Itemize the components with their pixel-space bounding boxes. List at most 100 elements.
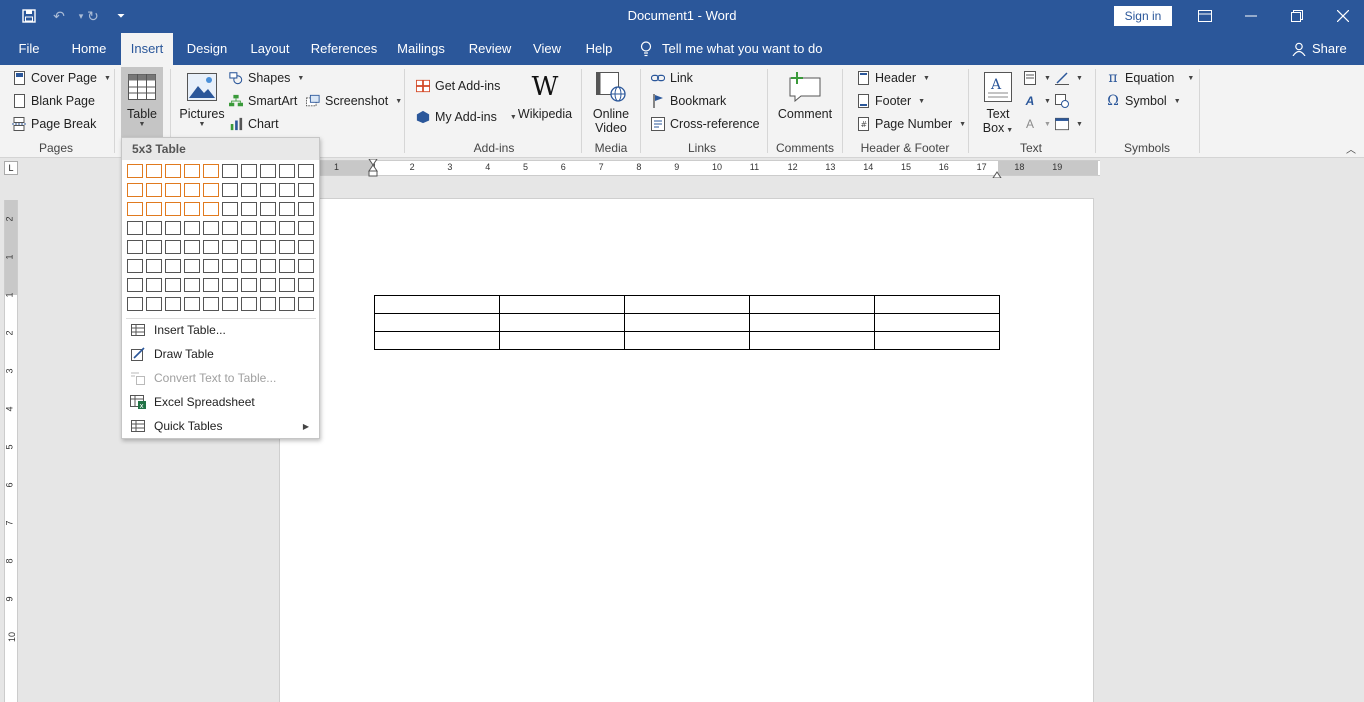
vertical-ruler[interactable]: 2 1 1 2 3 4 5 6 7 8 9 10 <box>4 200 18 702</box>
shapes-button[interactable]: Shapes ▼ <box>229 68 304 88</box>
table-grid-cell[interactable] <box>127 297 143 311</box>
table-grid-cell[interactable] <box>298 259 314 273</box>
table-grid-cell[interactable] <box>165 297 181 311</box>
table-grid-cell[interactable] <box>203 297 219 311</box>
bookmark-button[interactable]: Bookmark <box>651 91 726 111</box>
table-grid-cell[interactable] <box>260 259 276 273</box>
table-grid-cell[interactable] <box>184 297 200 311</box>
table-cell[interactable] <box>874 295 1000 314</box>
table-cell[interactable] <box>624 295 750 314</box>
minimize-icon[interactable] <box>1228 0 1274 32</box>
excel-spreadsheet-menu-item[interactable]: x Excel Spreadsheet <box>122 390 319 414</box>
table-grid-cell[interactable] <box>146 183 162 197</box>
table-cell[interactable] <box>624 331 750 350</box>
table-grid-cell[interactable] <box>279 221 295 235</box>
table-grid-cell[interactable] <box>146 297 162 311</box>
table-grid-cell[interactable] <box>222 164 238 178</box>
table-grid-cell[interactable] <box>298 183 314 197</box>
table-grid-cell[interactable] <box>203 278 219 292</box>
table-cell[interactable] <box>749 295 875 314</box>
table-grid-cell[interactable] <box>241 221 257 235</box>
table-grid-cell[interactable] <box>222 278 238 292</box>
table-grid-cell[interactable] <box>222 221 238 235</box>
chart-button[interactable]: Chart <box>229 114 279 134</box>
table-grid-cell[interactable] <box>146 221 162 235</box>
table-grid-cell[interactable] <box>165 240 181 254</box>
insert-table-menu-item[interactable]: Insert Table... <box>122 318 319 342</box>
table-grid-cell[interactable] <box>146 202 162 216</box>
wordart-button[interactable]: A ▼ <box>1023 91 1051 111</box>
get-addins-button[interactable]: Get Add-ins <box>416 76 500 96</box>
tab-selector[interactable]: L <box>4 161 18 175</box>
table-grid-cell[interactable] <box>241 164 257 178</box>
table-cell[interactable] <box>749 331 875 350</box>
table-grid-cell[interactable] <box>260 202 276 216</box>
table-grid-cell[interactable] <box>241 183 257 197</box>
tab-layout[interactable]: Layout <box>244 33 296 65</box>
table-grid-cell[interactable] <box>222 202 238 216</box>
table-grid-cell[interactable] <box>184 259 200 273</box>
close-icon[interactable] <box>1320 0 1364 32</box>
table-grid-cell[interactable] <box>184 240 200 254</box>
table-grid-cell[interactable] <box>260 278 276 292</box>
table-grid-cell[interactable] <box>184 202 200 216</box>
pictures-button[interactable]: Pictures ▼ <box>178 71 226 128</box>
table-grid-cell[interactable] <box>165 221 181 235</box>
tab-insert[interactable]: Insert <box>121 33 173 65</box>
table-grid-cell[interactable] <box>165 278 181 292</box>
table-grid-cell[interactable] <box>260 221 276 235</box>
table-grid-cell[interactable] <box>165 259 181 273</box>
table-grid-cell[interactable] <box>279 259 295 273</box>
table-grid-cell[interactable] <box>298 240 314 254</box>
quick-tables-menu-item[interactable]: Quick Tables ▶ <box>122 414 319 438</box>
table-cell[interactable] <box>499 313 625 332</box>
blank-page-button[interactable]: Blank Page <box>12 91 95 111</box>
header-button[interactable]: Header ▼ <box>856 68 930 88</box>
tab-view[interactable]: View <box>528 33 566 65</box>
signature-line-button[interactable]: ▼ <box>1055 68 1083 88</box>
table-grid-cell[interactable] <box>260 240 276 254</box>
footer-button[interactable]: Footer ▼ <box>856 91 925 111</box>
screenshot-button[interactable]: Screenshot ▼ <box>306 91 402 111</box>
wikipedia-button[interactable]: W Wikipedia <box>516 71 574 121</box>
table-grid-cell[interactable] <box>241 240 257 254</box>
online-video-button[interactable]: Online Video <box>588 71 634 135</box>
tab-review[interactable]: Review <box>464 33 516 65</box>
table-grid-cell[interactable] <box>279 183 295 197</box>
table-grid-cell[interactable] <box>203 164 219 178</box>
document-page[interactable] <box>279 198 1094 702</box>
table-grid-cell[interactable] <box>298 297 314 311</box>
table-grid-cell[interactable] <box>279 297 295 311</box>
cross-reference-button[interactable]: Cross-reference <box>651 114 760 134</box>
table-grid-cell[interactable] <box>241 297 257 311</box>
table-grid-cell[interactable] <box>146 259 162 273</box>
my-addins-button[interactable]: My Add-ins ▼ <box>416 107 517 127</box>
table-grid-cell[interactable] <box>298 164 314 178</box>
ribbon-display-options-icon[interactable] <box>1182 0 1228 32</box>
table-grid-cell[interactable] <box>279 202 295 216</box>
table-grid-cell[interactable] <box>127 240 143 254</box>
table-grid-cell[interactable] <box>222 240 238 254</box>
table-grid-cell[interactable] <box>184 164 200 178</box>
table-grid-cell[interactable] <box>127 164 143 178</box>
table-grid-cell[interactable] <box>165 202 181 216</box>
table-grid-cell[interactable] <box>146 278 162 292</box>
tab-mailings[interactable]: Mailings <box>392 33 450 65</box>
table-grid-cell[interactable] <box>222 297 238 311</box>
table-grid-cell[interactable] <box>203 240 219 254</box>
symbol-button[interactable]: Ω Symbol ▼ <box>1106 91 1180 111</box>
table-cell[interactable] <box>874 313 1000 332</box>
table-grid-cell[interactable] <box>127 183 143 197</box>
table-grid-cell[interactable] <box>146 240 162 254</box>
share-button[interactable]: Share <box>1292 33 1347 65</box>
restore-icon[interactable] <box>1274 0 1320 32</box>
table-grid-cell[interactable] <box>260 183 276 197</box>
smartart-button[interactable]: SmartArt <box>229 91 297 111</box>
table-grid-cell[interactable] <box>279 240 295 254</box>
drop-cap-button[interactable]: A ▼ <box>1023 114 1051 134</box>
text-box-button[interactable]: A Text Box ▼ <box>978 71 1018 135</box>
table-cell[interactable] <box>749 313 875 332</box>
table-grid-cell[interactable] <box>165 164 181 178</box>
table-grid-cell[interactable] <box>260 164 276 178</box>
table-grid-cell[interactable] <box>127 202 143 216</box>
